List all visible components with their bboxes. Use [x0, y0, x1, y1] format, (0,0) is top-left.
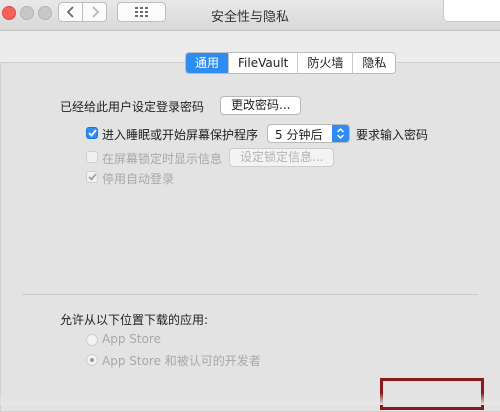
tab-general[interactable]: 通用 [186, 53, 229, 73]
change-password-button[interactable]: 更改密码... [220, 96, 302, 115]
tab-firewall[interactable]: 防火墙 [297, 53, 352, 73]
disable-auto-login-checkbox[interactable] [86, 171, 98, 183]
radio-app-store[interactable] [86, 334, 98, 346]
require-password-label: 进入睡眠或开始屏幕保护程序 [102, 128, 259, 142]
radio-selected-dot [90, 358, 94, 362]
checkmark-icon [87, 129, 97, 137]
chevron-updown-icon [332, 125, 349, 142]
bottom-fade [0, 393, 500, 405]
tab-privacy[interactable]: 隐私 [352, 53, 395, 73]
section-divider [22, 294, 478, 295]
require-password-checkbox[interactable] [86, 127, 98, 139]
password-delay-select[interactable]: 5 分钟后 [267, 124, 350, 143]
password-delay-value: 5 分钟后 [275, 128, 323, 142]
checkmark-icon [87, 173, 97, 181]
search-field[interactable] [443, 0, 500, 22]
disable-auto-login-label: 停用自动登录 [102, 172, 175, 186]
title-bar: 安全性与隐私 [0, 0, 500, 31]
tab-filevault[interactable]: FileVault [228, 53, 297, 73]
require-password-suffix: 要求输入密码 [356, 128, 429, 142]
radio-app-store-identified-label: App Store 和被认可的开发者 [102, 354, 261, 368]
tab-bar: 通用 FileVault 防火墙 隐私 [185, 52, 397, 74]
show-message-checkbox[interactable] [86, 151, 98, 163]
password-set-label: 已经给此用户设定登录密码 [60, 100, 205, 114]
downloads-heading: 允许从以下位置下载的应用: [60, 313, 209, 327]
set-lock-message-button[interactable]: 设定锁定信息... [229, 148, 335, 167]
radio-app-store-label: App Store [102, 332, 161, 346]
show-message-label: 在屏幕锁定时显示信息 [102, 152, 223, 166]
window-title: 安全性与隐私 [210, 10, 289, 25]
radio-app-store-identified[interactable] [86, 354, 98, 366]
